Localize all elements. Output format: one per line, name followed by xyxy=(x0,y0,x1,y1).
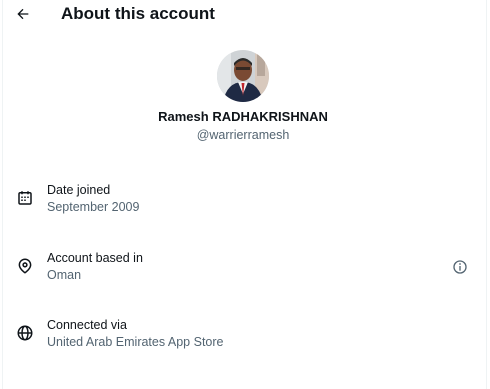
detail-row-date-joined: Date joined September 2009 xyxy=(0,182,486,218)
detail-text: Connected via United Arab Emirates App S… xyxy=(47,317,223,350)
display-name: Ramesh RADHAKRISHNAN xyxy=(158,109,328,124)
detail-row-account-based-in: Account based in Oman xyxy=(0,250,486,286)
info-button[interactable] xyxy=(450,257,470,277)
globe-icon xyxy=(15,323,35,343)
detail-label: Date joined xyxy=(47,183,111,197)
page-title: About this account xyxy=(61,4,215,23)
detail-row-connected-via: Connected via United Arab Emirates App S… xyxy=(0,317,486,353)
calendar-icon xyxy=(15,188,35,208)
profile-summary: Ramesh RADHAKRISHNAN @warrierramesh xyxy=(0,50,486,143)
page-header: About this account xyxy=(0,0,486,30)
avatar-image xyxy=(217,50,269,102)
detail-text: Date joined September 2009 xyxy=(47,182,139,215)
detail-text: Account based in Oman xyxy=(47,250,143,283)
detail-value: United Arab Emirates App Store xyxy=(47,335,224,349)
user-handle: @warrierramesh xyxy=(196,128,290,142)
detail-value: Oman xyxy=(47,268,82,282)
detail-value: September 2009 xyxy=(47,200,140,214)
avatar[interactable] xyxy=(217,50,269,102)
back-button[interactable] xyxy=(12,3,34,25)
location-pin-icon xyxy=(15,256,35,276)
arrow-left-icon xyxy=(17,8,29,20)
detail-label: Account based in xyxy=(47,251,143,265)
detail-label: Connected via xyxy=(47,318,127,332)
frame-divider-right xyxy=(486,0,487,389)
info-icon xyxy=(453,260,467,274)
